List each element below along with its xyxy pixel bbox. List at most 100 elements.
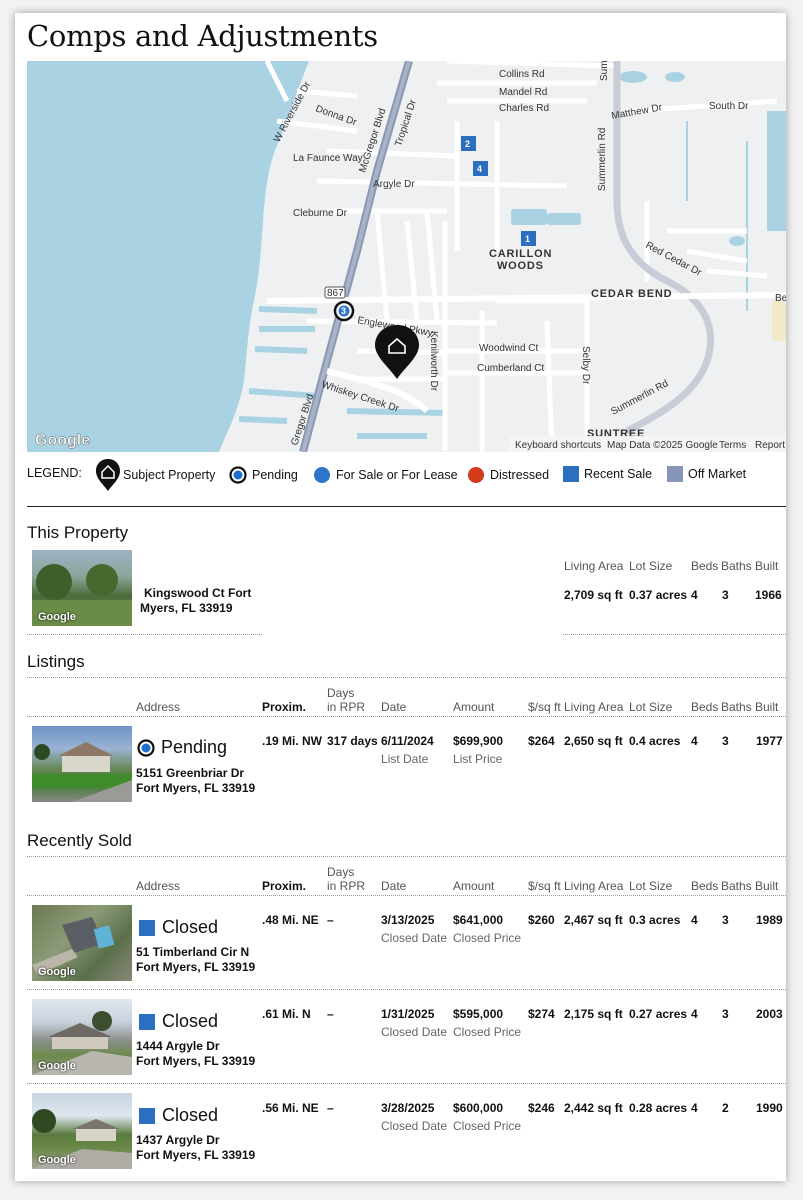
map-legend: LEGEND: Subject Property Pending For Sal… xyxy=(27,458,786,498)
amount-value: $595,000 xyxy=(453,1007,504,1021)
google-watermark: Google xyxy=(38,966,76,978)
col-header-baths: Baths xyxy=(721,879,752,893)
address-line: 5151 Greenbriar Dr xyxy=(136,766,245,780)
col-header-date: Date xyxy=(381,879,407,893)
map-label-road: Collins Rd xyxy=(499,69,545,80)
subject-lot-size: 0.37 acres xyxy=(629,588,688,602)
amount-value: $699,900 xyxy=(453,734,504,748)
subject-property-icon xyxy=(96,459,120,491)
map-label-road: Cumberland Ct xyxy=(477,363,544,374)
amount-value: $641,000 xyxy=(453,913,504,927)
for-sale-icon xyxy=(314,467,330,483)
col-header-psf: $/sq ft xyxy=(528,700,561,714)
built: 1990 xyxy=(756,1101,783,1115)
sold-photo[interactable]: Google xyxy=(32,905,132,981)
map-label-road: Charles Rd xyxy=(499,103,549,114)
comps-map[interactable]: Collins Rd Mandel Rd Charles Rd Matthew … xyxy=(27,61,786,452)
dotted-rule xyxy=(27,895,786,896)
col-header-lot-size: Lot Size xyxy=(629,879,673,893)
recent-sale-marker-1[interactable]: 1 xyxy=(521,231,536,246)
keyboard-shortcuts-link[interactable]: Keyboard shortcuts xyxy=(515,440,601,451)
col-header-built: Built xyxy=(755,700,779,714)
dotted-rule xyxy=(27,856,786,857)
recent-sale-marker-4[interactable]: 4 xyxy=(473,161,488,176)
recently-sold-heading: Recently Sold xyxy=(27,831,132,850)
svg-text:4: 4 xyxy=(477,164,482,174)
this-property-heading: This Property xyxy=(27,523,129,542)
living-area: 2,442 sq ft xyxy=(564,1101,623,1115)
recent-sale-icon xyxy=(139,1013,155,1030)
report-link[interactable]: Report xyxy=(755,440,785,451)
days-in-rpr: – xyxy=(327,1007,334,1021)
baths: 2 xyxy=(722,1101,729,1115)
dotted-rule xyxy=(27,1083,786,1084)
status-label: Closed xyxy=(162,917,219,937)
pending-icon xyxy=(229,466,247,484)
subject-property-marker[interactable] xyxy=(375,325,419,379)
google-watermark: Google xyxy=(38,1154,76,1166)
off-market-icon xyxy=(667,466,683,482)
beds: 4 xyxy=(691,1101,698,1115)
subject-living-area: 2,709 sq ft xyxy=(564,588,623,602)
proximity: .61 Mi. N xyxy=(262,1007,311,1021)
recent-sale-marker-2[interactable]: 2 xyxy=(461,136,476,151)
map-label-road: South Dr xyxy=(709,101,749,112)
built: 1989 xyxy=(756,913,783,927)
listing-address: 5151 Greenbriar Dr Fort Myers, FL 33919 xyxy=(136,766,255,796)
pending-marker-3[interactable]: 3 xyxy=(333,300,355,322)
living-area: 2,650 sq ft xyxy=(564,734,623,748)
report-page: Comps and Adjustments Collins Rd Mandel … xyxy=(15,13,786,1181)
address-line: Fort Myers, FL 33919 xyxy=(136,781,256,795)
map-data-attribution: Map Data ©2025 Google xyxy=(607,440,718,451)
subject-address: Kingswood Ct Fort Myers, FL 33919 xyxy=(140,586,251,616)
address-line: Fort Myers, FL 33919 xyxy=(136,960,256,974)
svg-text:3: 3 xyxy=(341,306,346,316)
legend-label: Pending xyxy=(252,468,298,482)
col-header-beds: Beds xyxy=(691,559,719,573)
col-header-address: Address xyxy=(136,700,181,714)
map-canvas[interactable]: Collins Rd Mandel Rd Charles Rd Matthew … xyxy=(27,61,786,452)
date-label: Closed Date xyxy=(381,931,448,945)
sold-photo[interactable]: Google xyxy=(32,1093,132,1169)
proximity: .48 Mi. NE xyxy=(262,913,319,927)
col-header-proxim: Proxim. xyxy=(262,879,307,893)
terms-link[interactable]: Terms xyxy=(719,440,746,451)
legend-recent-sale: Recent Sale xyxy=(563,466,652,482)
days-in-rpr: – xyxy=(327,913,334,927)
listing-photo[interactable] xyxy=(32,726,132,802)
sold-photo[interactable]: Google xyxy=(32,999,132,1075)
legend-distressed: Distressed xyxy=(467,466,549,484)
map-label-road: Summerlin Rd xyxy=(597,128,608,191)
baths: 3 xyxy=(722,734,729,748)
col-header-days: Days xyxy=(327,686,355,700)
pending-icon xyxy=(137,738,155,757)
legend-subject-property: Subject Property xyxy=(95,458,215,492)
subject-built: 1966 xyxy=(755,588,782,602)
map-label-road: Woodwind Ct xyxy=(479,343,539,354)
dotted-rule xyxy=(563,634,786,635)
status-label: Pending xyxy=(161,737,228,757)
map-label-edge: Be xyxy=(775,293,786,304)
lot-size: 0.4 acres xyxy=(629,734,681,748)
col-header-date: Date xyxy=(381,700,407,714)
legend-for-sale: For Sale or For Lease xyxy=(313,466,458,484)
date-label: Closed Date xyxy=(381,1025,448,1039)
col-header-days-rpr: in RPR xyxy=(327,879,366,893)
beds: 4 xyxy=(691,1007,698,1021)
subject-property-photo[interactable]: Google xyxy=(32,550,132,626)
col-header-living-area: Living Area xyxy=(564,879,624,893)
listings-heading: Listings xyxy=(27,652,85,671)
recent-sale-icon xyxy=(139,1107,155,1124)
col-header-beds: Beds xyxy=(691,879,719,893)
built: 1977 xyxy=(756,734,783,748)
col-header-proxim: Proxim. xyxy=(262,700,307,714)
google-watermark: Google xyxy=(38,611,76,623)
col-header-living-area: Living Area xyxy=(564,700,624,714)
status-label: Closed xyxy=(162,1011,219,1031)
sold-address: 1437 Argyle Dr Fort Myers, FL 33919 xyxy=(136,1133,255,1163)
svg-text:2: 2 xyxy=(465,139,470,149)
price-per-sqft: $260 xyxy=(528,913,555,927)
status-pending: Pending xyxy=(137,737,227,758)
legend-label: For Sale or For Lease xyxy=(336,468,458,482)
col-header-address: Address xyxy=(136,879,181,893)
